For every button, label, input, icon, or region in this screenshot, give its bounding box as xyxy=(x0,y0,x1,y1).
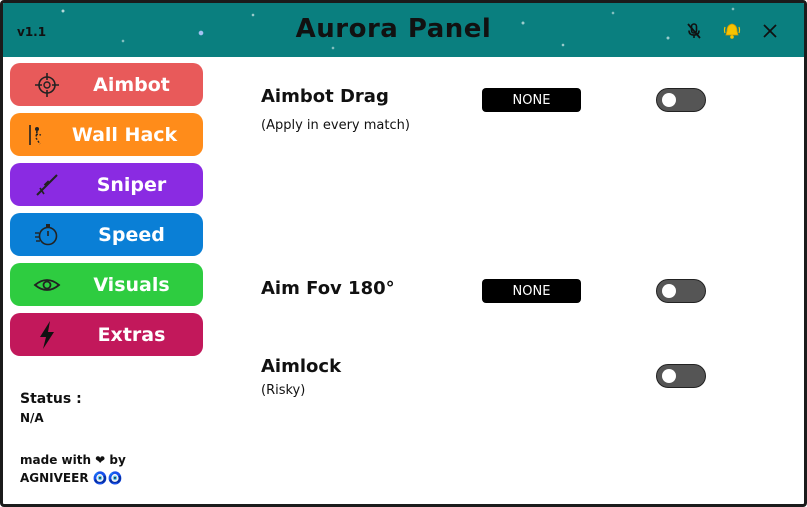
toggle-knob xyxy=(662,369,676,383)
close-icon[interactable] xyxy=(759,20,781,42)
sidebar-item-label: Sniper xyxy=(96,174,167,196)
status-value: N/A xyxy=(20,411,44,425)
credit-line: made with ❤ by xyxy=(20,453,126,467)
bell-icon[interactable] xyxy=(721,20,743,42)
toggle-aim-fov[interactable] xyxy=(656,279,706,303)
sidebar-item-label: Aimbot xyxy=(93,74,170,96)
option-subtitle-aimbot-drag: (Apply in every match) xyxy=(261,118,410,133)
stopwatch-icon xyxy=(32,220,62,250)
toggle-knob xyxy=(662,284,676,298)
title-bar[interactable]: v1.1 Aurora Panel xyxy=(3,3,804,57)
credit-author: AGNIVEER 🧿🧿 xyxy=(20,471,123,485)
sidebar-nav: Aimbot Wall Hack Sniper Speed Visuals Ex… xyxy=(10,63,203,363)
option-title-aim-fov: Aim Fov 180° xyxy=(261,278,395,299)
sidebar-item-label: Extras xyxy=(97,324,166,346)
sidebar-item-sniper[interactable]: Sniper xyxy=(10,163,203,206)
mic-off-icon[interactable] xyxy=(683,20,705,42)
keybind-button-aimbot-drag[interactable]: NONE xyxy=(482,88,581,112)
option-subtitle-aimlock: (Risky) xyxy=(261,383,306,398)
sidebar-item-label: Wall Hack xyxy=(71,124,178,146)
toggle-aimlock[interactable] xyxy=(656,364,706,388)
toggle-knob xyxy=(662,93,676,107)
sidebar-item-aimbot[interactable]: Aimbot xyxy=(10,63,203,106)
option-title-aimlock: Aimlock xyxy=(261,356,342,377)
crosshair-icon xyxy=(32,70,62,100)
sidebar-item-label: Visuals xyxy=(93,274,170,296)
option-title-aimbot-drag: Aimbot Drag xyxy=(261,86,389,107)
eye-icon xyxy=(32,270,62,300)
toggle-aimbot-drag[interactable] xyxy=(656,88,706,112)
sidebar-item-wall-hack[interactable]: Wall Hack xyxy=(10,113,203,156)
sidebar-item-label: Speed xyxy=(98,224,165,246)
sidebar-item-extras[interactable]: Extras xyxy=(10,313,203,356)
lightning-icon xyxy=(32,320,62,350)
app-title: Aurora Panel xyxy=(295,14,492,44)
keybind-button-aim-fov[interactable]: NONE xyxy=(482,279,581,303)
status-label: Status : xyxy=(20,391,82,407)
sniper-rifle-icon xyxy=(32,170,62,200)
sidebar-item-speed[interactable]: Speed xyxy=(10,213,203,256)
app-window: v1.1 Aurora Panel Aimbot Wall Hack Snipe… xyxy=(0,0,807,507)
sidebar-item-visuals[interactable]: Visuals xyxy=(10,263,203,306)
